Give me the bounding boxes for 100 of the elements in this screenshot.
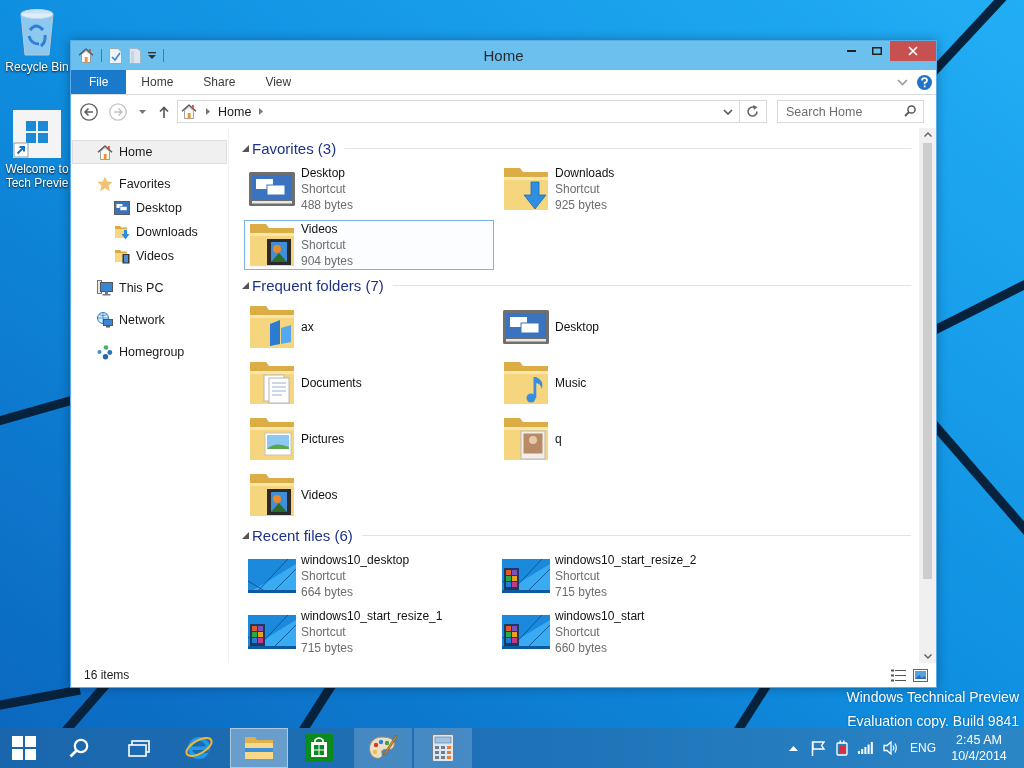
desktop-icon-label[interactable]: Recycle Bin: [4, 60, 70, 74]
language-indicator[interactable]: ENG: [910, 741, 936, 755]
item-tile[interactable]: windows10_start Shortcut 660 bytes: [498, 607, 748, 657]
recycle-bin-icon: [17, 8, 57, 56]
item-size: 664 bytes: [301, 584, 355, 600]
item-tile[interactable]: windows10_desktop Shortcut 664 bytes: [244, 551, 494, 601]
item-count: 16 items: [84, 668, 130, 682]
document-check-icon[interactable]: [109, 47, 122, 64]
screenshot-thumbnail: [248, 559, 296, 593]
item-type: Shortcut: [301, 624, 347, 640]
desktop-icon-label[interactable]: Welcome to Tech Previe: [4, 162, 70, 190]
search-icon[interactable]: [904, 105, 916, 117]
item-tile[interactable]: Documents: [244, 357, 494, 408]
signal-bars-icon[interactable]: [858, 742, 874, 754]
item-name: windows10_start: [555, 608, 645, 624]
item-name: ax: [301, 318, 314, 335]
breadcrumb-link[interactable]: Home: [214, 104, 256, 119]
desktop-screen-icon: [248, 171, 296, 208]
clock-time[interactable]: 2:45 AM: [956, 733, 1002, 747]
build-info-text: Windows Technical Preview: [846, 689, 1019, 705]
item-name: Pictures: [301, 430, 345, 447]
nav-pane-item[interactable]: This PC: [72, 276, 227, 300]
nav-pane-item[interactable]: Downloads: [72, 220, 227, 244]
flag-icon[interactable]: [811, 740, 825, 756]
address-bar[interactable]: Home: [177, 100, 767, 123]
nav-pane-item[interactable]: Homegroup: [72, 340, 227, 364]
folder-film-icon: [248, 223, 296, 268]
house-icon[interactable]: [78, 48, 94, 63]
close-icon: [908, 46, 918, 56]
nav-pane-item[interactable]: Favorites: [72, 172, 227, 196]
up-arrow-icon[interactable]: [159, 105, 169, 118]
screenshot-thumbnail: [502, 615, 550, 649]
speaker-icon[interactable]: [883, 741, 897, 755]
item-tile[interactable]: Desktop Shortcut 488 bytes: [244, 164, 494, 215]
computer-icon: [97, 280, 113, 296]
ribbon-tab[interactable]: View: [250, 70, 307, 94]
nav-pane-item[interactable]: Desktop: [72, 196, 227, 220]
house-icon: [97, 144, 113, 160]
caret-up-icon[interactable]: [789, 745, 799, 751]
folder-icon: [244, 736, 274, 760]
star-icon: [97, 176, 113, 192]
item-type: Shortcut: [555, 624, 601, 640]
group-header[interactable]: Favorites (3): [252, 140, 337, 158]
build-info-text: Evaluation copy. Build 9841: [847, 713, 1019, 728]
folder-documents-icon: [248, 360, 296, 405]
clock-date[interactable]: 10/4/2014: [951, 749, 1007, 763]
house-icon: [181, 104, 197, 119]
group-header[interactable]: Recent files (6): [252, 526, 353, 544]
item-tile[interactable]: Music: [498, 357, 748, 408]
item-tile[interactable]: Downloads Shortcut 925 bytes: [498, 164, 748, 215]
folder-film-icon: [114, 248, 130, 264]
item-tile[interactable]: windows10_start_resize_1 Shortcut 715 bytes: [244, 607, 494, 657]
breadcrumb-arrow-icon[interactable]: [259, 108, 264, 115]
taskbar-button[interactable]: [414, 728, 472, 768]
item-tile[interactable]: Videos Shortcut 904 bytes: [244, 220, 494, 271]
collapse-triangle-icon[interactable]: [242, 531, 249, 539]
nav-pane-item[interactable]: Network: [72, 308, 227, 332]
nav-pane-item[interactable]: Videos: [72, 244, 227, 268]
item-name: windows10_start_resize_2: [555, 552, 697, 568]
item-name: Downloads: [555, 165, 615, 182]
back-icon[interactable]: [80, 102, 98, 121]
shortcut-tile-icon: [13, 110, 61, 158]
item-tile[interactable]: Pictures: [244, 413, 494, 464]
maximize-icon: [872, 47, 882, 55]
battery-icon[interactable]: [836, 740, 848, 756]
network-globe-icon: [97, 312, 113, 328]
collapse-triangle-icon[interactable]: [242, 282, 249, 290]
group-header[interactable]: Frequent folders (7): [252, 277, 384, 295]
item-size: 660 bytes: [555, 640, 609, 656]
nav-pane-item[interactable]: Home: [72, 140, 227, 164]
folder-film-icon: [248, 472, 296, 517]
item-tile[interactable]: q: [498, 413, 748, 464]
search-field[interactable]: Search Home: [777, 100, 924, 123]
item-tile[interactable]: Videos: [244, 469, 494, 520]
item-size: 904 bytes: [301, 253, 354, 270]
taskbar-button[interactable]: [354, 728, 412, 768]
item-size: 715 bytes: [301, 640, 355, 656]
item-name: Desktop: [555, 318, 600, 335]
item-size: 925 bytes: [555, 197, 609, 214]
item-tile[interactable]: ax: [244, 301, 494, 352]
item-name: Videos: [301, 221, 339, 238]
item-type: Shortcut: [555, 181, 601, 198]
item-tile[interactable]: Desktop: [498, 301, 748, 352]
file-menu-button[interactable]: File: [71, 70, 127, 94]
collapse-triangle-icon[interactable]: [242, 145, 249, 153]
item-size: 488 bytes: [301, 197, 354, 214]
ribbon-tab[interactable]: Home: [126, 70, 189, 94]
item-size: 715 bytes: [555, 584, 609, 600]
ribbon-tab[interactable]: Share: [188, 70, 251, 94]
refresh-icon[interactable]: [746, 105, 759, 118]
thumbnail-view-icon[interactable]: [913, 668, 928, 682]
dropdown-caret-icon[interactable]: [139, 109, 146, 114]
scrollbar-thumb[interactable]: [923, 143, 932, 579]
stacked-windows-icon: [128, 739, 150, 757]
chevron-down-icon[interactable]: [723, 108, 733, 115]
help-icon[interactable]: [917, 74, 932, 90]
dropdown-caret-icon[interactable]: [148, 52, 156, 59]
details-view-icon[interactable]: [891, 668, 906, 682]
item-tile[interactable]: windows10_start_resize_2 Shortcut 715 bytes: [498, 551, 748, 601]
folder-arrow-icon: [114, 224, 130, 240]
